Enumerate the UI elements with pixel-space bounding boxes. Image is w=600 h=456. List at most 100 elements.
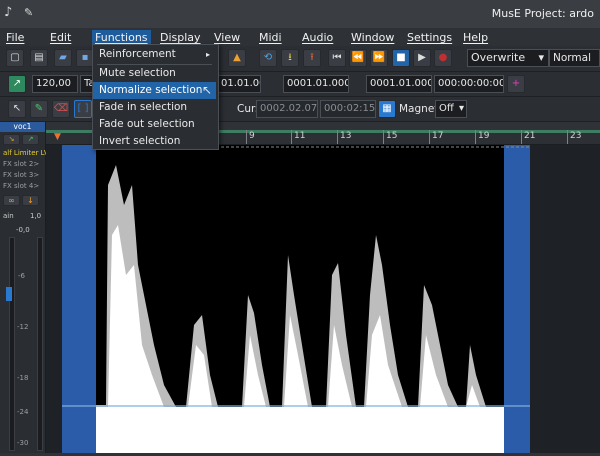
time-value: 000:00:00:00 [438,78,504,89]
level-meter-right [37,237,43,451]
level-meter-left [9,237,15,451]
menu-edit[interactable]: Edit [50,30,71,45]
ruler-label: 13 [340,131,352,141]
menu-window[interactable]: Window [351,30,394,45]
selection-region-right [504,145,530,453]
menu-file[interactable]: File [6,30,24,45]
stop-icon[interactable]: ■ [392,49,410,67]
menu-settings[interactable]: Settings [407,30,452,45]
fast-forward-icon[interactable]: ⏩ [370,49,388,67]
rewind-to-start-icon[interactable]: ⏮ [328,49,346,67]
menu-fade-in-selection[interactable]: Fade in selection [93,99,216,116]
add-marker-icon[interactable]: + [507,75,525,93]
magnet-label: Magnet [399,103,439,115]
title-bar: ♪ ✎ MusE Project: ardo [0,0,600,28]
pointer-tool-icon[interactable]: ↖ [8,100,26,118]
new-from-template-icon[interactable]: ▤ [30,49,48,67]
new-project-icon[interactable]: ▢ [6,49,24,67]
cursor-time-value: 000:02:15:03 [324,103,376,114]
meter-scale-label: -6 [18,272,25,280]
grid-snap-icon[interactable]: ▦ [378,100,396,118]
track-name[interactable]: voc1 [0,122,45,132]
ruler-label: 21 [524,131,536,141]
menu-normalize-label: Normalize selection [99,84,203,96]
record-mode-value: Overwrite [471,51,526,64]
ruler-label: 17 [432,131,444,141]
menu-view[interactable]: View [214,30,240,45]
meter-scale-label: -12 [17,323,29,331]
record-mode-select[interactable]: Overwrite ▾ [467,49,549,67]
rewind-icon[interactable]: ⏪ [349,49,367,67]
right-locator-value: 0001.01.000 [370,78,432,89]
menu-fade-out-selection[interactable]: Fade out selection [93,116,216,133]
magnet-select[interactable]: Off ▾ [435,100,467,118]
tools-toolbar: ↖ ✎ ⌫ [ ] Cursor 0002.02.078 000:02:15:0… [0,97,600,122]
tempo-value: 120,00 [36,78,71,89]
ruler-label: 19 [478,131,490,141]
play-cursor-marker-icon[interactable]: ▼ [54,132,61,142]
left-marker-value: 01.01.000 [221,78,260,89]
fx-slot-1[interactable]: alf Limiter LV [3,149,49,157]
mouse-cursor-icon: ↖ [201,83,212,97]
submenu-arrow-icon: ▸ [205,50,210,59]
time-field[interactable]: 000:00:00:00 [434,75,504,93]
track-strip: voc1 ↘ ↗ alf Limiter LV FX slot 2> FX sl… [0,122,49,453]
right-locator-field[interactable]: 0001.01.000 [366,75,432,93]
tempo-master-icon[interactable]: ↗ [8,75,26,93]
play-icon[interactable]: ▶ [413,49,431,67]
gain-label: ain [3,212,14,220]
chevron-down-icon: ▾ [538,51,544,64]
range-tool-icon[interactable]: [ ] [74,100,92,118]
main-toolbar: ▢ ▤ ▰ ▪ ▲ ⟲ ⭳ ⭱ ⏮ ⏪ ⏩ ■ ▶ ● Overwrite ▾ … [0,46,600,72]
ruler-label: 15 [386,131,398,141]
waveform-editor-canvas[interactable] [46,145,600,453]
menu-bar: File Edit Functions Display View Midi Au… [0,28,600,46]
menu-reinforcement-label: Reinforcement [99,48,176,60]
cursor-position-field: 0002.02.078 [256,100,318,118]
menu-help[interactable]: Help [463,30,488,45]
menu-mute-selection[interactable]: Mute selection [93,65,216,82]
menu-display[interactable]: Display [160,30,201,45]
menu-midi[interactable]: Midi [259,30,282,45]
pencil-tool-icon[interactable]: ✎ [30,100,48,118]
mode2-value: Normal [553,52,591,64]
menu-invert-selection[interactable]: Invert selection [93,133,216,150]
punch-in-icon[interactable]: ⭳ [281,49,299,67]
fx-slot-2[interactable]: FX slot 2> [3,160,39,168]
punch-out-icon[interactable]: ⭱ [303,49,321,67]
eraser-tool-icon[interactable]: ⌫ [52,100,70,118]
magnet-value: Off [439,103,454,114]
meter-peak-value: -0,0 [16,226,30,234]
route-out-icon[interactable]: ↗ [22,134,39,145]
left-marker-field[interactable]: 01.01.000 [217,75,261,93]
cursor-position-value: 0002.02.078 [260,103,318,114]
menu-reinforcement[interactable]: Reinforcement ▸ [93,46,216,63]
meter-scale-label: -18 [17,374,29,382]
chevron-down-icon: ▾ [458,103,464,114]
fx-slot-4[interactable]: FX slot 4> [3,182,39,190]
gain-value[interactable]: 1,0 [30,212,41,220]
volume-fader-handle[interactable] [6,287,12,301]
metronome-icon[interactable]: ▲ [228,49,246,67]
mode2-select[interactable]: Normal [549,49,600,67]
functions-dropdown-menu: Reinforcement ▸ Mute selection Normalize… [92,44,219,150]
waveform-svg [46,145,600,453]
fx-slot-3[interactable]: FX slot 3> [3,171,39,179]
cursor-time-field: 000:02:15:03 [320,100,376,118]
meter-scale-label: -24 [17,408,29,416]
open-folder-icon[interactable]: ▰ [54,49,72,67]
record-icon[interactable]: ● [434,49,452,67]
menu-functions[interactable]: Functions [92,30,151,45]
pin-icon[interactable]: ✎ [24,5,38,21]
ruler-label: 23 [570,131,582,141]
tempo-field[interactable]: 120,00 [32,75,78,93]
pre-icon[interactable]: ↓ [22,195,39,206]
left-locator-field[interactable]: 0001.01.000 [283,75,349,93]
loop-icon[interactable]: ⟲ [259,49,277,67]
muse-logo-icon: ♪ [4,5,13,20]
route-icon[interactable]: ↘ [3,134,20,145]
menu-audio[interactable]: Audio [302,30,333,45]
left-locator-value: 0001.01.000 [287,78,349,89]
stereo-icon[interactable]: ∞ [3,195,20,206]
menu-normalize-selection[interactable]: Normalize selection ↖ [93,82,216,99]
